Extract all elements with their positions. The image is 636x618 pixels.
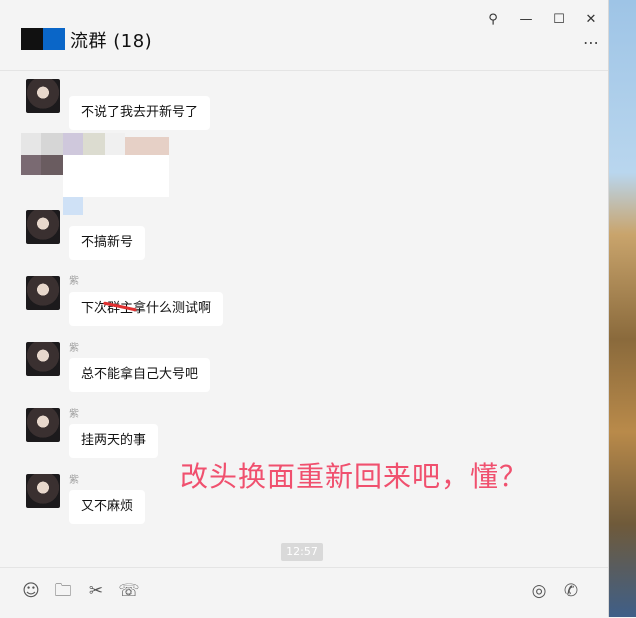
avatar[interactable]	[26, 276, 60, 310]
message-bubble[interactable]: 下次群主拿什么测试啊	[69, 292, 224, 326]
record-icon[interactable]: ◎	[528, 580, 550, 602]
sender-name: 紫	[69, 343, 79, 354]
avatar[interactable]	[26, 408, 60, 442]
message-bubble[interactable]: 不搞新号	[69, 226, 146, 260]
close-button[interactable]: ✕	[580, 10, 602, 30]
blurred-message	[63, 197, 83, 215]
maximize-button[interactable]: ☐	[548, 10, 570, 30]
avatar[interactable]	[26, 210, 60, 244]
sender-name: 紫	[69, 276, 79, 287]
title-bar: 流群 (18) ⚲ — ☐ ✕ ⋯	[0, 0, 608, 71]
avatar[interactable]	[26, 342, 60, 376]
pin-icon[interactable]: ⚲	[482, 10, 504, 30]
message-bubble[interactable]: 不说了我去开新号了	[69, 96, 211, 130]
redaction-block	[21, 28, 43, 50]
avatar[interactable]	[26, 474, 60, 508]
scissors-icon[interactable]: ✂	[85, 580, 107, 602]
desktop-background	[608, 0, 636, 617]
message-bubble[interactable]: 挂两天的事	[69, 424, 159, 458]
redaction-block	[43, 28, 65, 50]
chat-history-icon[interactable]: ☏	[118, 580, 140, 602]
sender-name: 紫	[69, 475, 79, 486]
chat-window: 流群 (18) ⚲ — ☐ ✕ ⋯ 不说了我去开新号了 不搞新号 紫 下次群主拿…	[0, 0, 609, 617]
call-icon[interactable]: ✆	[560, 580, 582, 602]
message-list[interactable]: 不说了我去开新号了 不搞新号 紫 下次群主拿什么测试啊 紫 总不能拿自己大号吧 …	[0, 71, 608, 566]
overlay-caption: 改头换面重新回来吧，懂？	[180, 460, 529, 493]
sender-name: 紫	[69, 409, 79, 420]
message-bubble[interactable]: 总不能拿自己大号吧	[69, 358, 211, 392]
emoji-icon[interactable]: ☺	[20, 580, 42, 602]
input-toolbar: ☺ 🗀 ✂ ☏ ◎ ✆	[0, 567, 608, 618]
more-options-icon[interactable]: ⋯	[580, 35, 602, 51]
avatar[interactable]	[26, 79, 60, 113]
folder-icon[interactable]: 🗀	[52, 580, 74, 602]
message-bubble[interactable]: 又不麻烦	[69, 490, 146, 524]
minimize-button[interactable]: —	[515, 10, 537, 30]
blurred-message	[21, 133, 169, 197]
group-title: 流群 (18)	[70, 31, 153, 52]
timestamp: 12:57	[281, 543, 323, 561]
